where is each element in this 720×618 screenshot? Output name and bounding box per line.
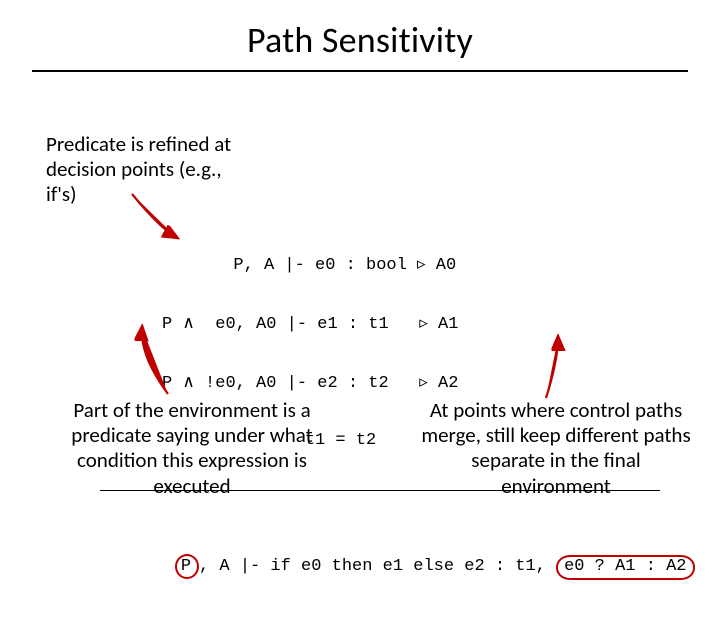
rule-premise-3: P ∧ !e0, A0 |- e2 : t2 ▹ A2 xyxy=(162,372,672,393)
rule-premise-1: P, A |- e0 : bool ▹ A0 xyxy=(162,254,672,275)
conclusion-mid: , A |- if e0 then e1 else e2 : t1, xyxy=(199,557,556,576)
note-bottom-right: At points where control paths merge, sti… xyxy=(416,398,696,499)
circled-ternary: e0 ? A1 : A2 xyxy=(556,555,694,580)
note-bottom-left: Part of the environment is a predicate s… xyxy=(52,398,332,499)
title-rule xyxy=(32,70,688,72)
rule-premise-2: P ∧ e0, A0 |- e1 : t1 ▹ A1 xyxy=(162,313,672,334)
rule-conclusion: P, A |- if e0 then e1 else e2 : t1, e0 ?… xyxy=(134,535,672,599)
note-top: Predicate is refined at decision points … xyxy=(46,132,256,208)
circled-P: P xyxy=(175,554,199,579)
slide-title: Path Sensitivity xyxy=(0,18,720,62)
